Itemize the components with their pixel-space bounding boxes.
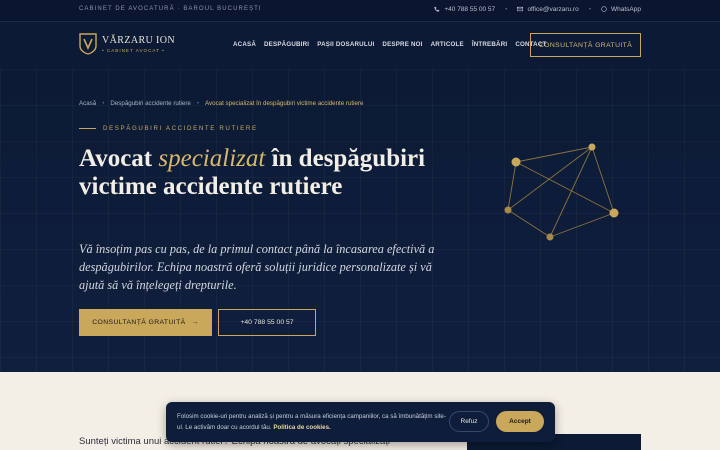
eyebrow-line (79, 128, 96, 129)
phone-button-hero[interactable]: +40 788 55 00 57 (218, 309, 316, 336)
tagline: CABINET DE AVOCATURĂ · BAROUL BUCUREȘTI (79, 6, 262, 12)
network-graphic-icon (504, 143, 619, 241)
site-logo[interactable]: VĂRZARU ION • CABINET AVOCAT • (79, 33, 175, 55)
breadcrumb-current: Avocat specializat în despăgubiri victim… (205, 100, 364, 107)
phone-icon (434, 6, 440, 12)
arrow-right-icon: → (191, 319, 199, 326)
shield-logo-icon (79, 33, 97, 55)
eyebrow-text: DESPĂGUBIRI ACCIDENTE RUTIERE (103, 125, 258, 132)
accept-cookies-button[interactable]: Accept (496, 411, 544, 432)
nav-item-despagubiri[interactable]: DESPĂGUBIRI (264, 41, 309, 48)
cookie-policy-link[interactable]: Politica de cookies. (273, 424, 330, 431)
refuse-cookies-button[interactable]: Refuz (449, 411, 489, 432)
nav-item-articole[interactable]: ARTICOLE (431, 41, 464, 48)
site-header: VĂRZARU ION • CABINET AVOCAT • ACASĂ DES… (0, 22, 720, 69)
title-highlight: specializat (158, 145, 266, 172)
hero-lead: Vă însoțim pas cu pas, de la primul cont… (79, 242, 435, 292)
contact-links: +40 788 55 00 57 • office@varzaru.ro • W… (434, 6, 641, 13)
breadcrumb: Acasă • Despăgubiri accidente rutiere • … (79, 100, 363, 107)
whatsapp-link[interactable]: WhatsApp (601, 6, 641, 13)
hero-section: Acasă • Despăgubiri accidente rutiere • … (0, 69, 720, 372)
phone-text: +40 788 55 00 57 (444, 6, 496, 13)
email-link[interactable]: office@varzaru.ro (517, 6, 579, 13)
consultation-label: CONSULTANȚĂ GRATUITĂ (92, 319, 186, 326)
breadcrumb-separator: • (102, 100, 105, 107)
separator-dot: • (505, 6, 508, 13)
nav-item-pasii-dosarului[interactable]: PAȘII DOSARULUI (317, 41, 374, 48)
consultation-button-hero[interactable]: CONSULTANȚĂ GRATUITĂ → (79, 309, 212, 336)
breadcrumb-home[interactable]: Acasă (79, 100, 96, 107)
logo-subtitle: • CABINET AVOCAT • (102, 47, 165, 53)
title-pre: Avocat (79, 145, 159, 172)
nav-item-acasa[interactable]: ACASĂ (233, 41, 256, 48)
cookie-banner: Folosim cookie-uri pentru analiză și pen… (166, 402, 555, 442)
cookie-message: Folosim cookie-uri pentru analiză și pen… (177, 411, 447, 433)
separator-dot: • (588, 6, 591, 13)
mail-icon (517, 6, 524, 12)
main-nav: ACASĂ DESPĂGUBIRI PAȘII DOSARULUI DESPRE… (233, 41, 547, 48)
whatsapp-text: WhatsApp (611, 6, 641, 13)
nav-item-intrebari[interactable]: ÎNTREBĂRI (472, 41, 508, 48)
section-eyebrow: DESPĂGUBIRI ACCIDENTE RUTIERE (79, 125, 258, 132)
breadcrumb-category[interactable]: Despăgubiri accidente rutiere (110, 100, 190, 107)
consultation-button-header[interactable]: CONSULTANȚĂ GRATUITĂ (530, 33, 641, 57)
breadcrumb-separator: • (196, 100, 200, 107)
page-title: Avocat specializat în despăgubiri victim… (79, 145, 479, 201)
nav-item-despre-noi[interactable]: DESPRE NOI (382, 41, 422, 48)
email-text: office@varzaru.ro (527, 6, 579, 13)
whatsapp-icon (601, 6, 607, 12)
phone-link[interactable]: +40 788 55 00 57 (434, 6, 495, 13)
logo-name: VĂRZARU ION (102, 34, 176, 46)
top-info-bar: CABINET DE AVOCATURĂ · BAROUL BUCUREȘTI … (0, 0, 720, 22)
